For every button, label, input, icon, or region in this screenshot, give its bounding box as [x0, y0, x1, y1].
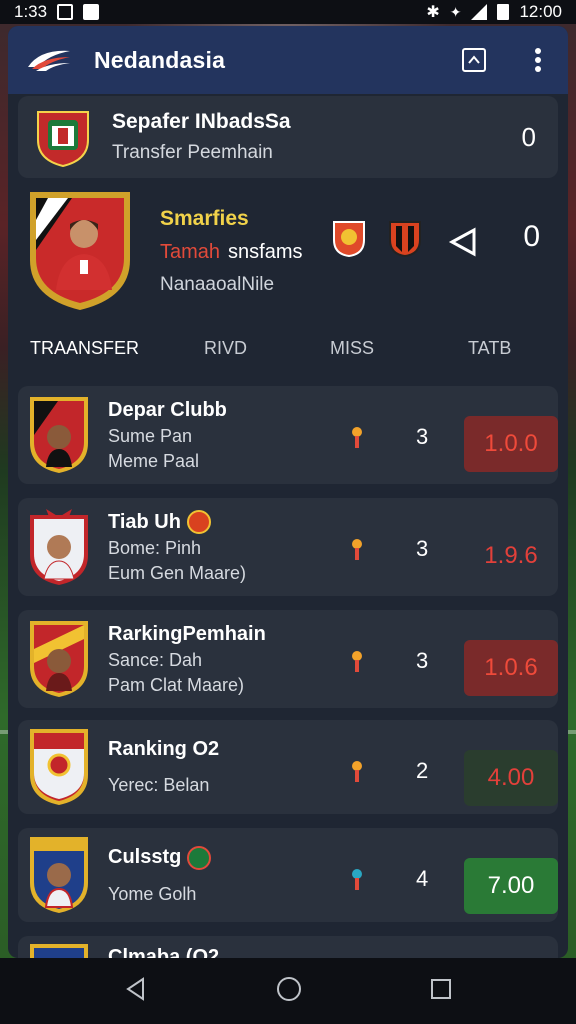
- pin-icon: [352, 869, 362, 890]
- row-line3: Meme Paal: [108, 450, 200, 471]
- bluetooth-icon: ✱: [426, 4, 440, 21]
- status-bar: 1:33 ✱ ✦ 12:00: [0, 0, 576, 24]
- row-name: RarkingPemhain: [108, 622, 266, 645]
- row-name: Culsstg: [108, 846, 182, 868]
- more-vert-icon[interactable]: [524, 46, 552, 74]
- team-crest-icon: [187, 845, 212, 870]
- featured-value: 0: [523, 220, 540, 253]
- pin-icon: [352, 761, 362, 782]
- row-score[interactable]: 1.0.6: [464, 640, 558, 696]
- team-crest-icon: [186, 510, 211, 534]
- top-card-title: Sepafer INbadsSa: [112, 110, 291, 133]
- team-crest-icon: [388, 218, 422, 258]
- row-name: Ranking O2: [108, 738, 220, 760]
- pin-icon: [352, 539, 362, 560]
- row-score[interactable]: 4.00: [464, 750, 558, 806]
- pin-icon: [352, 427, 362, 448]
- app-header: Nedandasia: [8, 26, 568, 94]
- row-line2: Yome Golh: [108, 883, 197, 904]
- list-item[interactable]: Clmaba (O2: [18, 936, 558, 958]
- top-card-value: 0: [521, 121, 536, 152]
- list-item[interactable]: RarkingPemhain Sance: Dah Pam Clat Maare…: [18, 610, 558, 708]
- featured-red-text: Tamah: [160, 240, 221, 263]
- row-line2: Yerec: Belan: [108, 775, 210, 795]
- top-card-subtitle: Transfer Peemhain: [112, 142, 273, 163]
- featured-title: Smarfies: [160, 206, 249, 230]
- player-badge-icon: [28, 395, 90, 475]
- image-icon: [83, 4, 100, 20]
- status-time: 1:33: [14, 2, 48, 21]
- featured-player[interactable]: Smarfies Tamah snsfams NanaaoalNile 0: [8, 178, 568, 324]
- row-count: 3: [416, 536, 429, 561]
- row-score[interactable]: 1.9.6: [464, 528, 558, 584]
- signal-icon: [471, 4, 488, 20]
- row-name: Tiab Uh: [108, 510, 181, 533]
- pin-icon: [352, 651, 362, 672]
- player-shield-avatar: [28, 190, 132, 312]
- team-crest-icon: [332, 218, 366, 258]
- club-crest-icon: [34, 106, 92, 168]
- tab-bar: TRAANSFER RIVD MISS TATB: [8, 324, 568, 374]
- row-name: Depar Clubb: [108, 398, 227, 421]
- featured-line2: snsfams: [228, 240, 303, 263]
- row-count: 3: [416, 424, 429, 449]
- row-count: 2: [416, 758, 429, 783]
- tab-rivd[interactable]: RIVD: [204, 338, 247, 359]
- player-badge-icon: [28, 835, 90, 915]
- app-title: Nedandasia: [94, 46, 226, 73]
- battery-icon: [497, 4, 510, 20]
- tab-miss[interactable]: MISS: [330, 338, 374, 359]
- app-window: Nedandasia Sepafer INbadsSa Transfer Pee…: [8, 26, 568, 958]
- row-count: 4: [416, 866, 429, 891]
- row-line3: Eum Gen Maare): [108, 563, 247, 583]
- wifi-icon: ✦: [449, 3, 462, 20]
- row-line2: Sance: Dah: [108, 649, 203, 670]
- player-badge-icon: [28, 936, 90, 958]
- tab-tatb[interactable]: TATB: [468, 338, 511, 359]
- row-score[interactable]: 7.00: [464, 858, 558, 914]
- system-nav-bar: [0, 958, 576, 1024]
- recents-icon[interactable]: [429, 977, 453, 1006]
- list-item[interactable]: Ranking O2 Yerec: Belan 2 4.00: [18, 720, 558, 814]
- list-item[interactable]: Depar Clubb Sume Pan Meme Paal 3 1.0.0: [18, 386, 558, 484]
- row-score[interactable]: 1.0.0: [464, 416, 558, 472]
- notification-icon: [57, 4, 74, 20]
- player-badge-icon: [28, 619, 90, 699]
- home-icon[interactable]: [275, 975, 303, 1008]
- row-name: Clmaba (O2: [108, 946, 220, 958]
- row-line2: Bome: Pinh: [108, 538, 202, 558]
- top-card[interactable]: Sepafer INbadsSa Transfer Peemhain 0: [18, 96, 558, 178]
- player-badge-icon: [28, 727, 90, 807]
- row-line3: Pam Clat Maare): [108, 674, 245, 695]
- play-arrow-icon[interactable]: [448, 224, 482, 258]
- list-item[interactable]: Culsstg Yome Golh 4 7.00: [18, 828, 558, 922]
- tab-transfer[interactable]: TRAANSFER: [30, 338, 139, 359]
- row-line2: Sume Pan: [108, 425, 193, 446]
- row-count: 3: [416, 648, 429, 673]
- featured-subtitle: NanaaoalNile: [160, 273, 275, 295]
- player-badge-icon: [28, 507, 90, 587]
- list-item[interactable]: Tiab Uh Bome: Pinh Eum Gen Maare) 3 1.9.…: [18, 498, 558, 596]
- logo-icon[interactable]: [26, 45, 72, 75]
- back-icon[interactable]: [123, 976, 149, 1007]
- bookmark-icon[interactable]: [460, 46, 488, 74]
- status-clock: 12:00: [519, 2, 562, 21]
